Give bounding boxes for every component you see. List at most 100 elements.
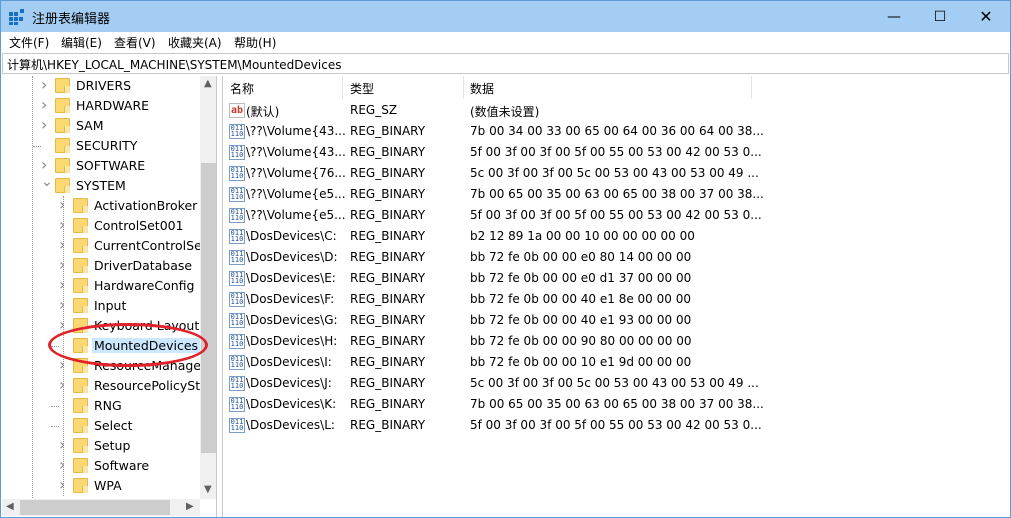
column-divider[interactable] [342, 76, 343, 99]
tree-line [51, 346, 59, 347]
column-header-type[interactable]: 类型 [350, 80, 374, 97]
tree-horizontal-scrollbar[interactable]: ◀ ▶ [2, 499, 200, 516]
chevron-right-icon[interactable]: › [41, 155, 51, 174]
binary-value-icon: 011 110 [229, 376, 245, 391]
tree-item[interactable]: SECURITY [2, 136, 202, 156]
tree-item[interactable]: › ResourcePolicySto [2, 375, 208, 396]
chevron-right-icon[interactable]: › [59, 195, 69, 214]
menu-bar: 文件(F) 编辑(E) 查看(V) 收藏夹(A) 帮助(H) [1, 32, 1010, 52]
chevron-right-icon[interactable]: › [59, 215, 69, 234]
tree-item[interactable]: › SAM [2, 115, 202, 136]
table-row[interactable]: 011 110 \??\Volume{76... REG_BINARY 5c 00 3f… [223, 163, 1010, 184]
table-row[interactable]: 011 110 \DosDevices\L: REG_BINARY 5f 00 3f 0… [223, 415, 1010, 436]
value-data: bb 72 fe 0b 00 00 40 e1 8e 00 00 00 [470, 292, 691, 306]
tree-item[interactable]: › HardwareConfig [2, 275, 202, 296]
scroll-right-arrow-icon[interactable]: ▶ [186, 501, 194, 512]
address-bar[interactable]: 计算机\HKEY_LOCAL_MACHINE\SYSTEM\MountedDev… [2, 53, 1009, 74]
chevron-down-icon[interactable]: ⌄ [41, 174, 53, 190]
chevron-right-icon[interactable]: › [41, 95, 51, 114]
table-row[interactable]: 011 110 \DosDevices\E: REG_BINARY bb 72 fe 0… [223, 268, 1010, 289]
chevron-right-icon[interactable]: › [59, 475, 69, 494]
value-data: 7b 00 65 00 35 00 63 00 65 00 38 00 37 0… [470, 187, 764, 201]
tree-item[interactable]: › CurrentControlSet [2, 235, 207, 256]
scroll-down-arrow-icon[interactable]: ▼ [204, 484, 212, 495]
tree-item-label: SYSTEM [76, 178, 126, 193]
tree-line [51, 406, 59, 407]
column-header-name[interactable]: 名称 [230, 80, 254, 97]
chevron-right-icon[interactable]: › [41, 115, 51, 134]
table-row[interactable]: 011 110 \??\Volume{e5... REG_BINARY 7b 00 65… [223, 184, 1010, 205]
maximize-button[interactable]: ☐ [917, 1, 963, 32]
chevron-right-icon[interactable]: › [59, 315, 69, 334]
tree-item[interactable]: › DRIVERS [2, 76, 202, 96]
chevron-right-icon[interactable]: › [59, 295, 69, 314]
tree-item-label: SECURITY [76, 138, 138, 153]
chevron-right-icon[interactable]: › [59, 235, 69, 254]
tree-item-label: MountedDevices [92, 338, 201, 353]
column-divider[interactable] [463, 76, 464, 99]
menu-edit[interactable]: 编辑(E) [61, 34, 102, 51]
tree-item[interactable]: › HARDWARE [2, 95, 202, 116]
binary-value-icon: 011 110 [229, 145, 245, 160]
menu-help[interactable]: 帮助(H) [234, 34, 276, 51]
table-row[interactable]: 011 110 \DosDevices\F: REG_BINARY bb 72 fe 0… [223, 289, 1010, 310]
value-name: \DosDevices\H: [246, 334, 338, 348]
scrollbar-thumb[interactable] [201, 163, 216, 453]
chevron-right-icon[interactable]: › [59, 255, 69, 274]
scroll-up-arrow-icon[interactable]: ▲ [204, 78, 212, 89]
table-row[interactable]: 011 110 \??\Volume{43... REG_BINARY 5f 00 3f… [223, 142, 1010, 163]
table-row[interactable]: 011 110 \DosDevices\C: REG_BINARY b2 12 89 1… [223, 226, 1010, 247]
column-header-data[interactable]: 数据 [470, 80, 494, 97]
table-row[interactable]: 011 110 \DosDevices\H: REG_BINARY bb 72 fe 0… [223, 331, 1010, 352]
tree-item[interactable]: › SOFTWARE [2, 155, 202, 176]
folder-icon [73, 298, 88, 313]
scrollbar-thumb[interactable] [20, 500, 170, 515]
chevron-right-icon[interactable]: › [41, 76, 51, 94]
folder-icon [73, 358, 88, 373]
tree-vertical-scrollbar[interactable]: ▲ ▼ [200, 76, 216, 499]
menu-file[interactable]: 文件(F) [9, 34, 49, 51]
table-row[interactable]: 011 110 \DosDevices\I: REG_BINARY bb 72 fe 0… [223, 352, 1010, 373]
value-data: bb 72 fe 0b 00 00 10 e1 9d 00 00 00 [470, 355, 692, 369]
tree-item[interactable]: › ActivationBroker [2, 195, 202, 216]
tree-item[interactable]: › Keyboard Layout [2, 315, 202, 336]
value-name: \??\Volume{e5... [246, 187, 346, 201]
table-row[interactable]: 011 110 \DosDevices\D: REG_BINARY bb 72 fe 0… [223, 247, 1010, 268]
value-data: bb 72 fe 0b 00 00 e0 80 14 00 00 00 [470, 250, 692, 264]
chevron-right-icon[interactable]: › [59, 275, 69, 294]
tree-item[interactable]: › Software [2, 455, 202, 476]
chevron-right-icon[interactable]: › [59, 435, 69, 454]
tree-item[interactable]: ⌄ SYSTEM [2, 174, 202, 196]
tree-item[interactable]: Select [2, 416, 202, 436]
tree-item-label: HARDWARE [76, 98, 150, 113]
menu-favorites[interactable]: 收藏夹(A) [168, 34, 222, 51]
folder-icon [73, 478, 88, 493]
title-bar[interactable]: 注册表编辑器 — ☐ ✕ [1, 1, 1010, 32]
table-row[interactable]: 011 110 \DosDevices\K: REG_BINARY 7b 00 65 0… [223, 394, 1010, 415]
table-row[interactable]: 011 110 \DosDevices\J: REG_BINARY 5c 00 3f 0… [223, 373, 1010, 394]
menu-view[interactable]: 查看(V) [114, 34, 156, 51]
chevron-right-icon[interactable]: › [59, 455, 69, 474]
close-button[interactable]: ✕ [963, 1, 1009, 32]
tree-item[interactable]: › ControlSet001 [2, 215, 202, 236]
window-title: 注册表编辑器 [32, 12, 111, 27]
tree-item[interactable]: MountedDevices [2, 336, 202, 356]
tree-item[interactable]: › Setup [2, 435, 202, 456]
chevron-right-icon[interactable]: › [59, 375, 69, 394]
value-data: (数值未设置) [470, 105, 540, 119]
chevron-right-icon[interactable]: › [59, 355, 69, 374]
tree-item[interactable]: › ResourceManager [2, 355, 206, 376]
tree-item[interactable]: RNG [2, 396, 202, 416]
table-row[interactable]: 011 110 \??\Volume{43... REG_BINARY 7b 00 34… [223, 121, 1010, 142]
tree-item[interactable]: › Input [2, 295, 202, 316]
scroll-left-arrow-icon[interactable]: ◀ [6, 501, 14, 512]
table-row[interactable]: 011 110 \??\Volume{e5... REG_BINARY 5f 00 3f… [223, 205, 1010, 226]
table-row[interactable]: ab (默认) REG_SZ (数值未设置) [223, 100, 1010, 121]
table-row[interactable]: 011 110 \DosDevices\G: REG_BINARY bb 72 fe 0… [223, 310, 1010, 331]
column-divider[interactable] [751, 76, 752, 99]
tree-item[interactable]: › DriverDatabase [2, 255, 202, 276]
value-type: REG_BINARY [350, 313, 426, 327]
minimize-button[interactable]: — [871, 1, 917, 32]
key-tree: › DRIVERS › HARDWARE › SAM SECURITY › SOFTWARE ⌄ S… [2, 76, 217, 517]
tree-item[interactable]: › WPA [2, 475, 202, 496]
